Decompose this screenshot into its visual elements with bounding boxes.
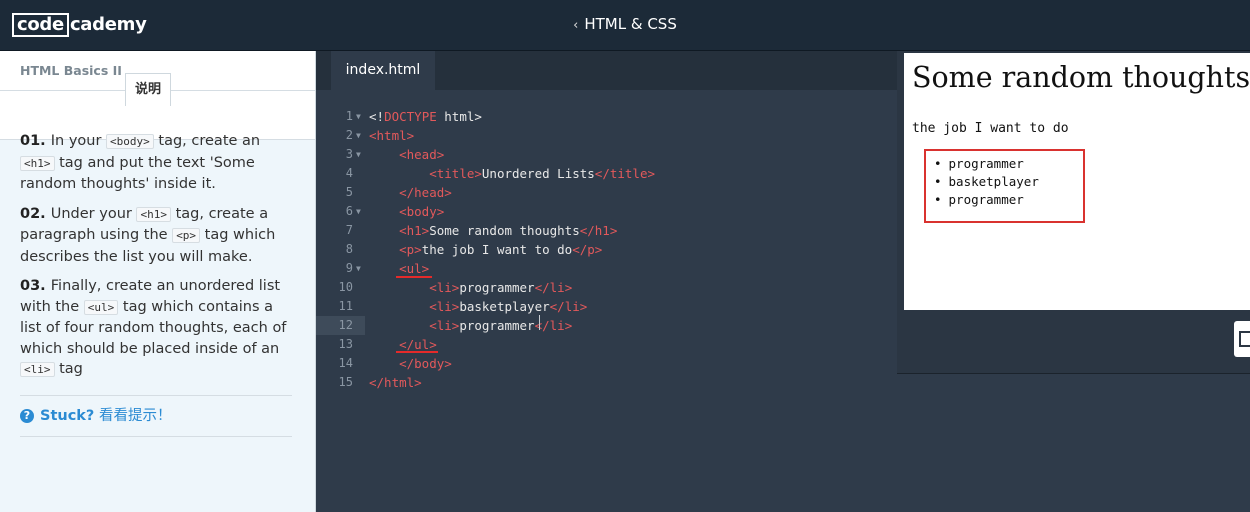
stuck-hint-link[interactable]: ? Stuck? 看看提示！ xyxy=(20,395,292,437)
fullscreen-icon xyxy=(1239,331,1250,347)
code-line[interactable]: 11 <li>basketplayer</li> xyxy=(316,297,897,316)
line-text: </html> xyxy=(369,375,422,390)
line-text: </body> xyxy=(399,356,452,371)
instruction-steps: 01. In your <body> tag, create an <h1> t… xyxy=(20,131,292,390)
line-number: 8 xyxy=(345,242,353,256)
step-number: 03. xyxy=(20,278,51,294)
code-line[interactable]: 1 ▼ <!DOCTYPE html> xyxy=(316,107,897,126)
stuck-label: Stuck? xyxy=(40,408,95,424)
file-tab-index-html[interactable]: index.html xyxy=(331,51,435,90)
fullscreen-button[interactable] xyxy=(1234,321,1250,357)
editor-tab-bar: index.html xyxy=(316,51,897,90)
text-cursor xyxy=(539,315,540,330)
fold-arrow-icon[interactable]: ▼ xyxy=(356,259,361,278)
line-number: 3 xyxy=(345,147,353,161)
course-title: HTML & CSS xyxy=(584,15,677,33)
line-number: 4 xyxy=(345,166,353,180)
line-number: 10 xyxy=(338,280,353,294)
line-number: 14 xyxy=(338,356,353,370)
console-area xyxy=(897,374,1250,512)
preview-list-item: basketplayer xyxy=(934,173,1039,191)
step-number: 01. xyxy=(20,133,51,149)
line-number: 1 xyxy=(345,109,353,123)
code-line[interactable]: 6 ▼ <body> xyxy=(316,202,897,221)
instruction-step: 03. Finally, create an unordered list wi… xyxy=(20,278,287,377)
preview-list: programmerbasketplayerprogrammer xyxy=(934,155,1039,209)
line-text: </head> xyxy=(399,185,452,200)
line-number: 15 xyxy=(338,375,353,389)
course-selector[interactable]: ‹ HTML & CSS xyxy=(0,15,1250,33)
line-number: 7 xyxy=(345,223,353,237)
question-icon: ? xyxy=(20,409,34,423)
preview-list-item: programmer xyxy=(934,191,1039,209)
line-text: <li>basketplayer</li> xyxy=(429,299,588,314)
code-editor: index.html 1 ▼ <!DOCTYPE html> 2 ▼ <html> 3 ▼ <… xyxy=(316,51,897,512)
line-text: <title>Unordered Lists</title> xyxy=(429,166,656,181)
code-line[interactable]: 5 </head> xyxy=(316,183,897,202)
line-text: <head> xyxy=(399,147,445,162)
code-line[interactable]: 4 <title>Unordered Lists</title> xyxy=(316,164,897,183)
top-bar: code cademy ‹ HTML & CSS xyxy=(0,0,1250,51)
code-line[interactable]: 3 ▼ <head> xyxy=(316,145,897,164)
preview-pane: Some random thoughts the job I want to d… xyxy=(897,51,1250,374)
line-text: <li>programmer</li> xyxy=(429,280,573,295)
inline-code: <ul> xyxy=(83,299,119,315)
line-number: 12 xyxy=(338,318,353,332)
code-line[interactable]: 12 <li>programmer</li> xyxy=(316,316,897,335)
fold-arrow-icon[interactable]: ▼ xyxy=(356,202,361,221)
line-number: 6 xyxy=(345,204,353,218)
instruction-step: 02. Under your <h1> tag, create a paragr… xyxy=(20,205,276,265)
line-number: 2 xyxy=(345,128,353,142)
line-number: 9 xyxy=(345,261,353,275)
ul-open-underline xyxy=(396,276,432,278)
fold-arrow-icon[interactable]: ▼ xyxy=(356,107,361,126)
code-line[interactable]: 8 <p>the job I want to do</p> xyxy=(316,240,897,259)
inline-code: <body> xyxy=(106,134,154,149)
inline-code: <p> xyxy=(172,228,201,243)
code-line[interactable]: 15 </html> xyxy=(316,373,897,392)
line-number: 11 xyxy=(338,299,353,313)
inline-code: <li> xyxy=(20,362,55,377)
preview-paragraph: the job I want to do xyxy=(912,121,1069,136)
line-number: 5 xyxy=(345,185,353,199)
line-text: <p>the job I want to do</p> xyxy=(399,242,603,257)
tab-instructions[interactable]: 说明 xyxy=(125,73,171,106)
preview-frame: Some random thoughts the job I want to d… xyxy=(904,53,1250,310)
instruction-step: 01. In your <body> tag, create an <h1> t… xyxy=(20,133,261,192)
chevron-left-icon: ‹ xyxy=(573,18,579,33)
code-area[interactable]: 1 ▼ <!DOCTYPE html> 2 ▼ <html> 3 ▼ <head> 4 <tit… xyxy=(316,107,897,392)
inline-code: <h1> xyxy=(20,155,55,171)
preview-list-item: programmer xyxy=(934,155,1039,173)
code-line[interactable]: 7 <h1>Some random thoughts</h1> xyxy=(316,221,897,240)
code-line[interactable]: 2 ▼ <html> xyxy=(316,126,897,145)
fold-arrow-icon[interactable]: ▼ xyxy=(356,145,361,164)
fold-arrow-icon[interactable]: ▼ xyxy=(356,126,361,145)
line-text: <li>programmer</li> xyxy=(429,318,573,333)
code-line[interactable]: 10 <li>programmer</li> xyxy=(316,278,897,297)
line-text: <html> xyxy=(369,128,415,143)
preview-heading: Some random thoughts xyxy=(912,61,1250,94)
line-text: <h1>Some random thoughts</h1> xyxy=(399,223,618,238)
hint-label: 看看提示！ xyxy=(98,408,172,424)
line-number: 13 xyxy=(338,337,353,351)
inline-code: <h1> xyxy=(136,206,171,222)
step-number: 02. xyxy=(20,205,51,222)
ul-close-underline xyxy=(396,351,438,353)
code-line[interactable]: 14 </body> xyxy=(316,354,897,373)
line-text: <body> xyxy=(399,204,445,219)
line-text: <!DOCTYPE html> xyxy=(369,109,482,124)
